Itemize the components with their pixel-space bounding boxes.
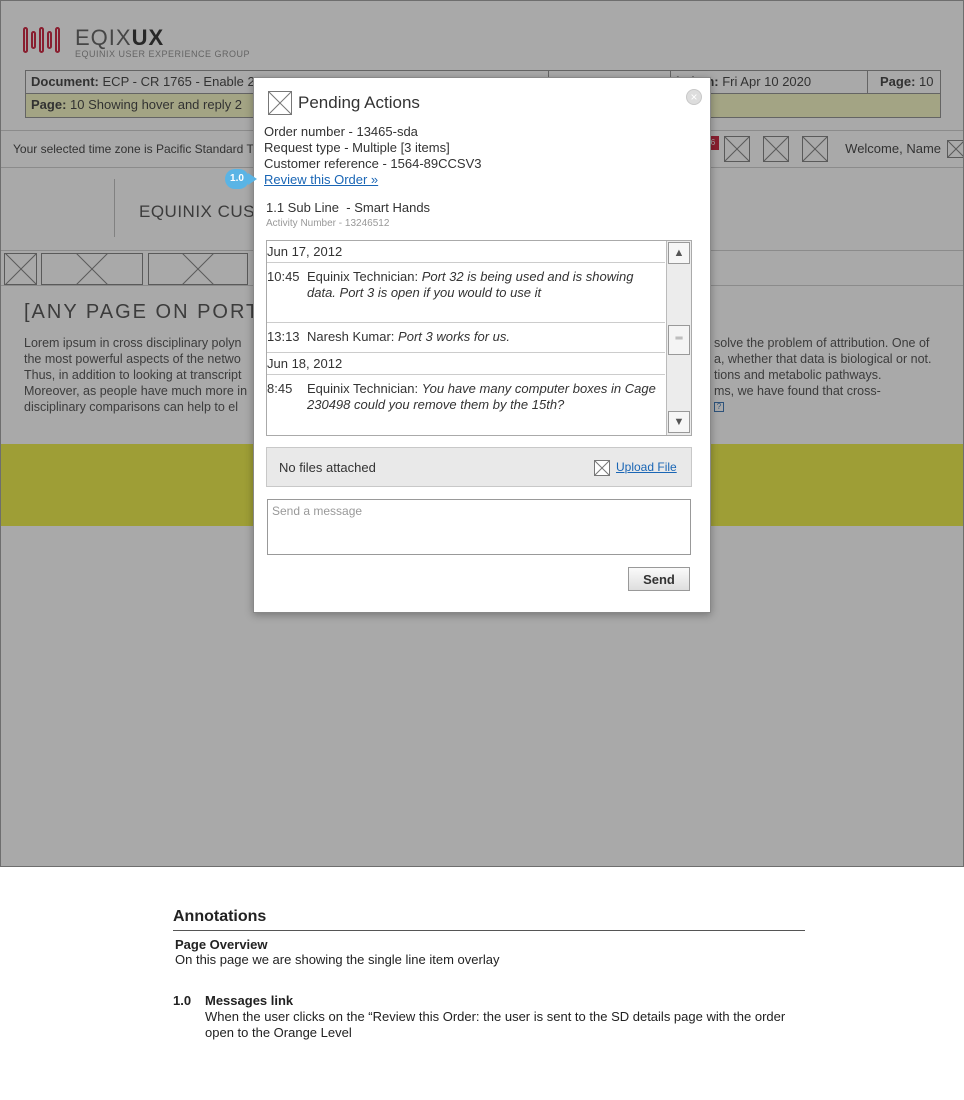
message-time: 10:45	[267, 269, 300, 284]
message-item: 8:45 Equinix Technician: You have many c…	[267, 375, 665, 435]
page-overview-text: On this page we are showing the single l…	[175, 952, 500, 967]
message-list: Jun 17, 2012 10:45 Equinix Technician: P…	[267, 241, 665, 435]
message-date: Jun 18, 2012	[267, 353, 665, 375]
annotation-heading: Messages link	[205, 993, 294, 1008]
pending-actions-icon	[268, 91, 292, 115]
message-author: Equinix Technician:	[307, 269, 419, 284]
files-bar: No files attached Upload File	[266, 447, 692, 487]
message-thread[interactable]: Jun 17, 2012 10:45 Equinix Technician: P…	[266, 240, 692, 436]
files-status: No files attached	[279, 460, 376, 475]
annotations-title: Annotations	[173, 908, 805, 931]
subline-value: - Smart Hands	[346, 200, 431, 215]
activity-number: Activity Number - 13246512	[266, 218, 390, 229]
subline: 1.1 Sub Line - Smart Hands	[266, 200, 430, 215]
scroll-up-button[interactable]: ▲	[668, 242, 690, 264]
review-order-link[interactable]: Review this Order »	[264, 172, 378, 187]
send-button[interactable]: Send	[628, 567, 690, 591]
message-item: 13:13 Naresh Kumar: Port 3 works for us.	[267, 323, 665, 353]
scroll-down-button[interactable]: ▼	[668, 411, 690, 433]
annotation-callout: 1.0	[225, 169, 257, 189]
close-icon[interactable]: ×	[686, 89, 702, 105]
page-overview-heading: Page Overview	[175, 937, 268, 952]
message-input[interactable]	[267, 499, 691, 555]
annotation-item: 1.0 Messages link When the user clicks o…	[173, 993, 805, 1041]
scroll-thumb[interactable]: ═	[668, 325, 690, 355]
modal-title: Pending Actions	[298, 93, 420, 112]
request-type: Request type - Multiple [3 items]	[264, 140, 450, 155]
annotation-number: 1.0	[173, 993, 192, 1008]
message-date: Jun 17, 2012	[267, 241, 665, 263]
message-scrollbar[interactable]: ▲ ═ ▼	[666, 241, 691, 435]
upload-icon[interactable]	[594, 460, 610, 476]
message-time: 8:45	[267, 381, 293, 396]
order-number: Order number - 13465-sda	[264, 124, 418, 139]
message-author: Equinix Technician:	[307, 381, 419, 396]
message-text: Port 3 works for us.	[398, 329, 511, 344]
upload-file-link[interactable]: Upload File	[616, 460, 677, 474]
pending-actions-modal: Pending Actions × Order number - 13465-s…	[253, 77, 711, 613]
annotations-panel: Annotations Page Overview On this page w…	[173, 908, 805, 1041]
annotation-text: When the user clicks on the “Review this…	[205, 1009, 786, 1040]
subline-label: 1.1 Sub Line	[266, 200, 340, 215]
message-time: 13:13	[267, 329, 300, 344]
message-author: Naresh Kumar:	[307, 329, 395, 344]
customer-reference: Customer reference - 1564-89CCSV3	[264, 156, 482, 171]
message-item: 10:45 Equinix Technician: Port 32 is bei…	[267, 263, 665, 323]
